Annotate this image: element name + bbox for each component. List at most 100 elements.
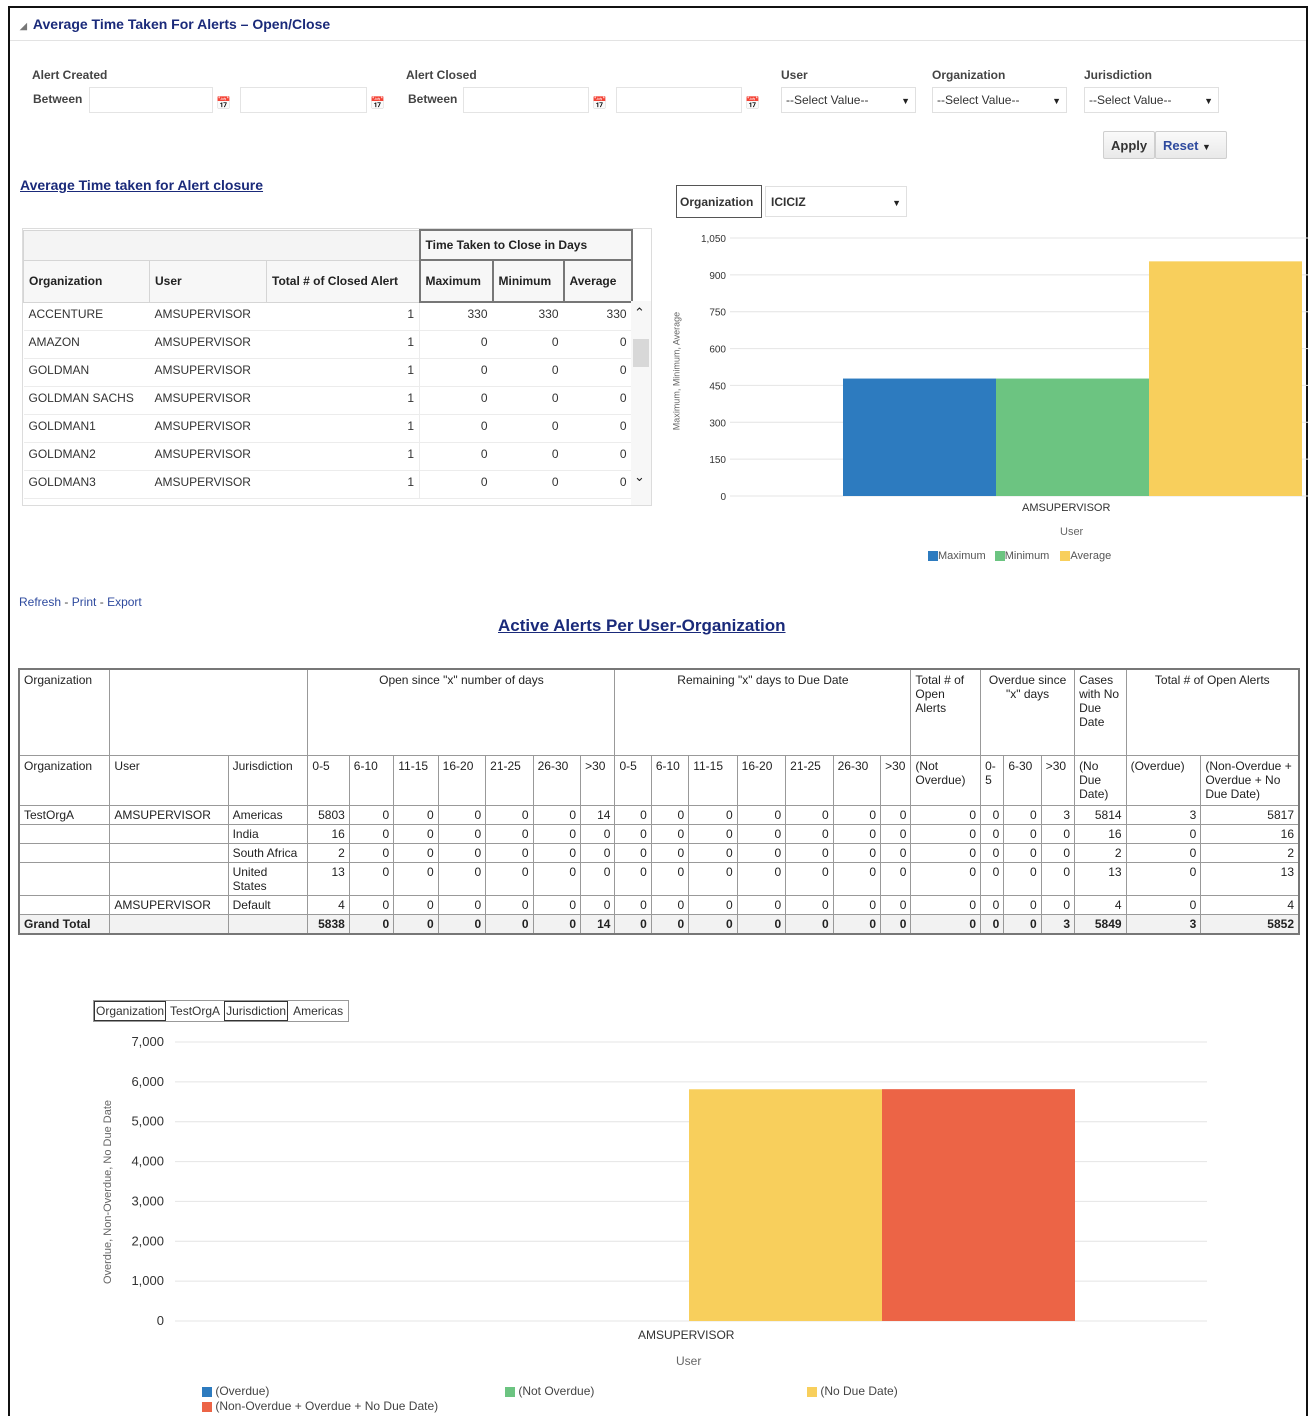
chart1-organization-label: Organization [676,185,762,218]
closure-col-header[interactable]: Maximum [418,259,494,303]
table-cell: 0 [650,804,690,825]
table-cell: 0 [880,861,912,896]
table-cell [109,842,229,863]
legend-swatch [202,1401,212,1412]
collapse-triangle-icon[interactable]: ◢ [20,21,27,31]
active-col-header[interactable]: 0-5 [614,754,652,806]
active-col-header[interactable]: (Non-Overdue + Overdue + No Due Date) [1200,754,1300,806]
closure-scrollbar[interactable]: ⌃ ⌄ [631,301,651,505]
calendar-icon[interactable]: 📅 [370,96,386,110]
active-col-header[interactable]: User [109,754,229,806]
bar [689,1089,882,1321]
active-col-header[interactable]: 11-15 [688,754,738,806]
active-alerts-title[interactable]: Active Alerts Per User-Organization [498,616,786,636]
active-col-header[interactable]: 21-25 [785,754,834,806]
chart2-y-axis-label: Overdue, Non-Overdue, No Due Date [102,1099,114,1285]
active-col-header[interactable]: 16-20 [437,754,487,806]
table-cell: 0 [650,842,690,863]
table-cell: 0 [393,861,439,896]
export-link[interactable]: Export [107,595,142,609]
table-row: GOLDMAN1 AMSUPERVISOR 1 0 0 0 [23,414,632,443]
table-cell: AMSUPERVISOR [149,302,267,331]
scrollbar-thumb[interactable] [633,339,649,367]
table-cell: 0 [532,913,582,934]
closure-report-title[interactable]: Average Time taken for Alert closure [20,177,263,193]
scroll-up-icon[interactable]: ⌃ [634,305,645,321]
table-cell: 1 [266,470,421,499]
active-col-header[interactable]: 6-30 [1003,754,1042,806]
y-tick-label: 300 [709,418,726,429]
table-cell: 0 [437,823,487,844]
active-col-header[interactable]: Organization [18,754,111,806]
active-col-header[interactable]: 6-10 [650,754,690,806]
table-cell: 0 [485,804,534,825]
active-col-header[interactable]: Jurisdiction [227,754,309,806]
table-cell: 0 [832,913,882,934]
reset-button[interactable]: Reset ▼ [1155,131,1227,159]
closure-col-header[interactable]: Minimum [491,259,565,303]
chart2-jurisdiction-value[interactable]: Americas [288,1001,348,1021]
y-tick-label: 150 [709,455,726,466]
active-col-header[interactable]: 26-30 [832,754,882,806]
organization-select[interactable]: --Select Value-- ▼ [932,87,1067,113]
apply-button[interactable]: Apply [1103,131,1156,159]
table-cell: 0 [563,414,632,443]
active-col-header[interactable]: >30 [580,754,616,806]
table-row: India 16 0 0 0 0 0 0 0 0 0 0 0 0 0 0 0 0 0 16 0 16 [18,823,1300,844]
active-col-header[interactable]: 0-5 [307,754,350,806]
chart2-organization-value[interactable]: TestOrgA [166,1001,224,1021]
table-cell: 0 [1040,842,1076,863]
alert-created-from-input[interactable] [89,87,213,113]
table-cell: 0 [650,861,690,896]
alert-closed-to-input[interactable] [616,87,742,113]
chart2-organization-label: Organization [94,1001,167,1021]
table-cell: 0 [736,842,787,863]
table-cell: 0 [910,804,982,825]
table-cell: 0 [785,861,834,896]
active-col-header[interactable]: (No Due Date) [1074,754,1127,806]
scroll-down-icon[interactable]: ⌄ [634,469,645,485]
table-cell: 16 [307,823,350,844]
active-col-header[interactable]: (Not Overdue) [910,754,982,806]
active-col-header[interactable]: >30 [880,754,912,806]
calendar-icon[interactable]: 📅 [745,96,761,110]
alert-created-to-input[interactable] [240,87,367,113]
table-cell: 14 [580,804,616,825]
alert-created-label: Alert Created [32,68,108,82]
table-cell: 2 [307,842,350,863]
table-cell: GOLDMAN SACHS [23,386,150,415]
section-title[interactable]: ◢ Average Time Taken For Alerts – Open/Cl… [20,16,330,32]
closure-col-header[interactable]: Organization [23,259,150,303]
table-cell: 0 [614,842,652,863]
active-col-header[interactable]: 0-5 [980,754,1005,806]
table-cell: 0 [1003,894,1042,915]
table-cell: 0 [688,804,738,825]
closure-col-header[interactable]: Average [562,259,633,303]
refresh-link[interactable]: Refresh [19,595,61,609]
table-cell: 0 [736,913,787,934]
active-col-header[interactable]: 21-25 [485,754,534,806]
table-cell: 0 [563,358,632,387]
legend-item-not-overdue: (Not Overdue) [505,1384,594,1399]
jurisdiction-select[interactable]: --Select Value-- ▼ [1084,87,1219,113]
alert-closed-from-input[interactable] [463,87,589,113]
closure-col-header[interactable]: Total # of Closed Alert [265,259,421,303]
user-select[interactable]: --Select Value-- ▼ [781,87,916,113]
active-col-header[interactable]: (Overdue) [1125,754,1202,806]
closure-col-header[interactable]: User [149,259,267,303]
legend-swatch [807,1386,817,1397]
active-col-header[interactable]: 6-10 [348,754,395,806]
table-cell: 0 [880,842,912,863]
table-cell: 0 [688,823,738,844]
chart1-organization-select[interactable]: ICICIZ ▼ [765,186,907,217]
active-col-header[interactable]: >30 [1040,754,1076,806]
active-col-header[interactable]: 26-30 [532,754,582,806]
active-col-header[interactable]: 11-15 [393,754,439,806]
print-link[interactable]: Print [72,595,97,609]
calendar-icon[interactable]: 📅 [592,96,608,110]
active-col-header[interactable]: 16-20 [736,754,787,806]
table-cell: 5803 [307,804,350,825]
table-cell: 0 [532,823,582,844]
calendar-icon[interactable]: 📅 [216,96,232,110]
table-cell: 0 [688,913,738,934]
